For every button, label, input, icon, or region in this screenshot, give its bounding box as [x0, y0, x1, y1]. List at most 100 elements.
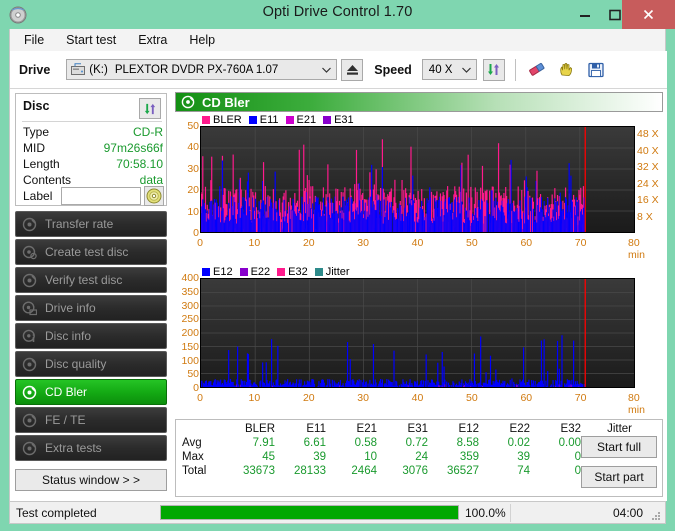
row-label-avg: Avg — [182, 437, 202, 449]
cell-avg-e11: 6.61 — [303, 437, 326, 449]
table-row: Avg 7.91 6.61 0.58 0.72 8.58 0.02 0.00 - — [180, 436, 632, 450]
cell-avg-e22: 0.02 — [507, 437, 530, 449]
y-tick: 30 — [187, 162, 199, 175]
drive-select[interactable]: (K:) PLEXTOR DVDR PX-760A 1.07 — [66, 59, 338, 80]
disc-bler-icon — [22, 385, 37, 400]
y-tick: 100 — [181, 354, 199, 367]
disc-create-icon — [22, 245, 37, 260]
x-tick: 80 min — [628, 392, 645, 416]
cell-total-bler: 33673 — [243, 465, 275, 477]
menu-item-help[interactable]: Help — [179, 31, 225, 49]
chart1-y-axis: 50 40 30 20 10 0 — [175, 120, 199, 239]
legend-item-jitter: Jitter — [314, 266, 350, 278]
disc-value-length: 70:58.10 — [116, 157, 163, 171]
start-part-button[interactable]: Start part — [581, 466, 657, 488]
sidebar-item-fe-te[interactable]: FE / TE — [15, 407, 167, 433]
x-tick: 10 — [248, 392, 261, 404]
y2-tick: 8 X — [637, 210, 653, 223]
sidebar-item-verify-test-disc[interactable]: Verify test disc — [15, 267, 167, 293]
cell-avg-e12: 8.58 — [456, 437, 479, 449]
app-window: Opti Drive Control 1.70 File Start test … — [0, 0, 675, 531]
close-button[interactable] — [622, 0, 675, 29]
status-text: Test completed — [16, 505, 97, 520]
disc-key-type: Type — [23, 125, 50, 139]
statistics-table: BLER E11 E21 E31 E12 E22 E32 Jitter Avg — [180, 422, 632, 478]
resize-grip-icon[interactable] — [650, 509, 662, 521]
disc-refresh-button[interactable] — [139, 98, 161, 119]
x-tick: 40 — [411, 237, 424, 249]
sidebar-item-label: Extra tests — [45, 441, 102, 455]
disc-label-caption: Label — [23, 189, 53, 203]
disc-drive-icon — [22, 300, 38, 316]
speed-value: 40 X — [428, 63, 453, 76]
x-tick: 40 — [411, 392, 424, 404]
y-tick: 250 — [181, 313, 199, 326]
x-tick: 60 — [520, 237, 533, 249]
menu-item-file[interactable]: File — [14, 31, 54, 49]
chart1-canvas — [201, 127, 634, 232]
cell-max-e11: 39 — [313, 451, 326, 463]
menu-item-start-test[interactable]: Start test — [56, 31, 126, 49]
cell-avg-bler: 7.91 — [252, 437, 275, 449]
y2-tick: 32 X — [637, 161, 659, 174]
minimize-button[interactable] — [570, 0, 600, 29]
sidebar-item-disc-info[interactable]: Disc info — [15, 323, 167, 349]
chart2-legend: E12 E22 E32 Jitter — [202, 265, 357, 278]
y2-tick: 16 X — [637, 194, 659, 207]
save-button[interactable] — [585, 59, 607, 81]
cell-max-e31: 24 — [415, 451, 428, 463]
disc-label-input[interactable] — [61, 187, 141, 205]
sidebar-item-create-test-disc[interactable]: Create test disc — [15, 239, 167, 265]
cell-max-bler: 45 — [262, 451, 275, 463]
legend-swatch — [285, 115, 294, 124]
chevron-down-icon — [461, 60, 471, 79]
cell-max-e32: 0 — [574, 451, 581, 463]
x-tick: 0 — [197, 392, 203, 404]
legend-swatch — [202, 267, 210, 276]
start-full-button[interactable]: Start full — [581, 436, 657, 458]
disc-key-contents: Contents — [23, 173, 72, 187]
x-tick: 80 min — [628, 237, 645, 261]
progress-bar-fill — [161, 506, 458, 519]
legend-item-e12: E12 — [202, 266, 233, 278]
status-window-button[interactable]: Status window > > — [15, 469, 167, 491]
column-header-jitter: Jitter — [607, 423, 632, 435]
drive-icon — [71, 63, 86, 76]
sidebar-item-label: Transfer rate — [45, 217, 114, 231]
hand-button[interactable] — [555, 59, 577, 81]
e12-chart: E12 E22 E32 Jitter 400 350 300 250 200 1… — [175, 265, 663, 417]
disc-key-length: Length — [23, 157, 60, 171]
disc-quality-icon — [22, 357, 37, 372]
speed-select[interactable]: 40 X — [421, 59, 477, 80]
speed-label: Speed — [374, 62, 412, 77]
chart-header: CD Bler — [175, 92, 663, 112]
cell-total-e32: 0 — [574, 465, 581, 477]
sidebar-item-drive-info[interactable]: Drive info — [15, 295, 167, 321]
eject-button[interactable] — [341, 58, 364, 81]
chart-header-title: CD Bler — [202, 94, 250, 110]
legend-label: E22 — [250, 265, 271, 278]
x-tick: 70 — [574, 237, 587, 249]
refresh-button[interactable] — [482, 58, 505, 81]
legend-swatch — [314, 267, 323, 276]
statistics-panel: BLER E11 E21 E31 E12 E22 E32 Jitter Avg — [175, 419, 663, 497]
cd-disc-icon-button[interactable] — [144, 186, 164, 206]
disc-transfer-icon — [22, 217, 37, 232]
sidebar-item-cd-bler[interactable]: CD Bler — [15, 379, 167, 405]
column-header-bler: BLER — [244, 423, 275, 435]
x-tick: 30 — [357, 237, 369, 249]
disc-value-mid: 97m26s66f — [103, 141, 163, 155]
eraser-button[interactable] — [527, 59, 549, 81]
cell-max-e12: 359 — [459, 451, 479, 463]
legend-label: BLER — [213, 113, 242, 126]
menu-item-extra[interactable]: Extra — [128, 31, 177, 49]
chart2-plot-area[interactable] — [200, 278, 635, 388]
legend-item-bler: BLER — [202, 114, 242, 126]
sidebar-item-disc-quality[interactable]: Disc quality — [15, 351, 167, 377]
disc-key-mid: MID — [23, 141, 45, 155]
chart1-plot-area[interactable] — [200, 126, 635, 233]
column-header-e31: E31 — [407, 423, 428, 435]
sidebar-item-transfer-rate[interactable]: Transfer rate — [15, 211, 167, 237]
sidebar-item-extra-tests[interactable]: Extra tests — [15, 435, 167, 461]
legend-swatch — [277, 267, 286, 276]
